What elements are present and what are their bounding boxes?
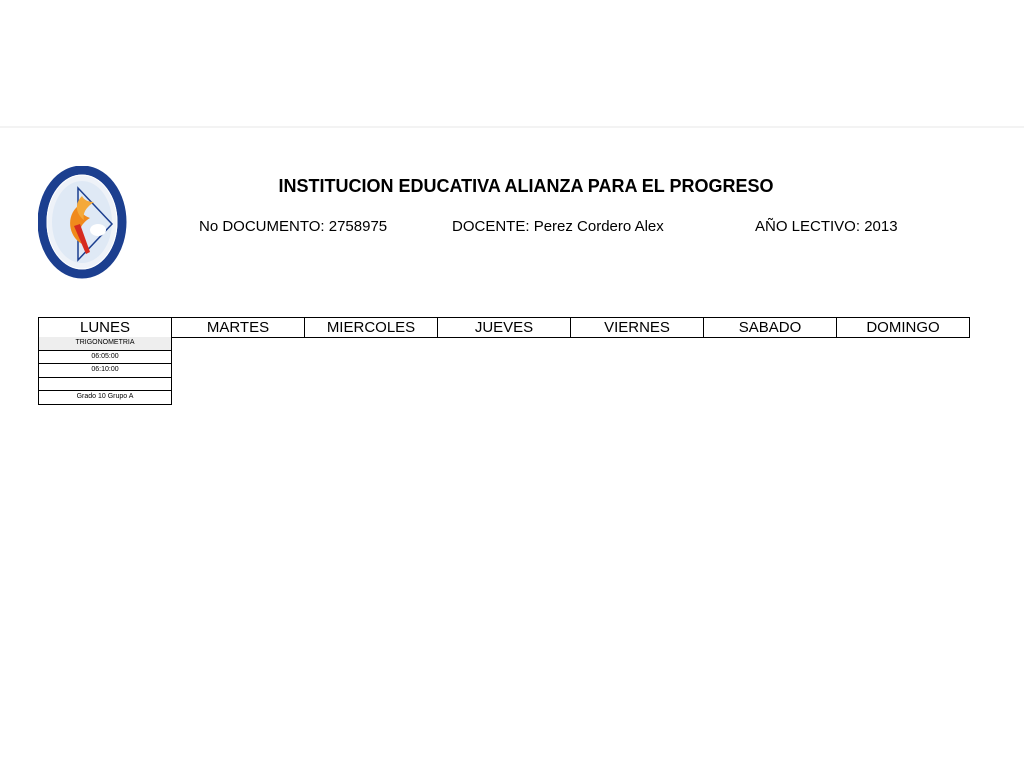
teacher-label: DOCENTE: xyxy=(452,218,534,235)
document-label: No DOCUMENTO: xyxy=(199,218,329,235)
day-header-martes: MARTES xyxy=(171,317,305,338)
day-header-row: LUNES MARTES MIERCOLES JUEVES VIERNES SA… xyxy=(38,317,970,338)
institution-title: INSTITUCION EDUCATIVA ALIANZA PARA EL PR… xyxy=(278,176,774,196)
class-start-time: 06:05:00 xyxy=(38,350,172,364)
document-value: 2758975 xyxy=(328,218,388,235)
class-subject: TRIGONOMETRIA xyxy=(38,337,172,351)
day-header-lunes: LUNES xyxy=(38,317,172,338)
teacher-name: DOCENTE: Perez Cordero Alex xyxy=(452,218,664,235)
day-header-miercoles: MIERCOLES xyxy=(304,317,438,338)
class-end-time: 06:10:00 xyxy=(38,364,172,378)
year-value: 2013 xyxy=(864,218,898,235)
top-divider xyxy=(0,126,1024,128)
year-label: AÑO LECTIVO: xyxy=(755,218,865,235)
school-year: AÑO LECTIVO: 2013 xyxy=(755,218,898,235)
day-header-sabado: SABADO xyxy=(703,317,837,338)
day-header-jueves: JUEVES xyxy=(437,317,571,338)
timetable-page: INSTITUCION EDUCATIVA ALIANZA PARA EL PR… xyxy=(0,0,1024,768)
document-number: No DOCUMENTO: 2758975 xyxy=(199,218,387,235)
day-header-viernes: VIERNES xyxy=(570,317,704,338)
class-group: Grado 10 Grupo A xyxy=(38,391,172,405)
day-header-domingo: DOMINGO xyxy=(836,317,970,338)
class-blank-row xyxy=(38,377,172,391)
lunes-schedule-block: TRIGONOMETRIA 06:05:00 06:10:00 Grado 10… xyxy=(38,337,172,405)
schedule-header-table: LUNES MARTES MIERCOLES JUEVES VIERNES SA… xyxy=(38,317,970,338)
teacher-value: Perez Cordero Alex xyxy=(533,218,664,235)
